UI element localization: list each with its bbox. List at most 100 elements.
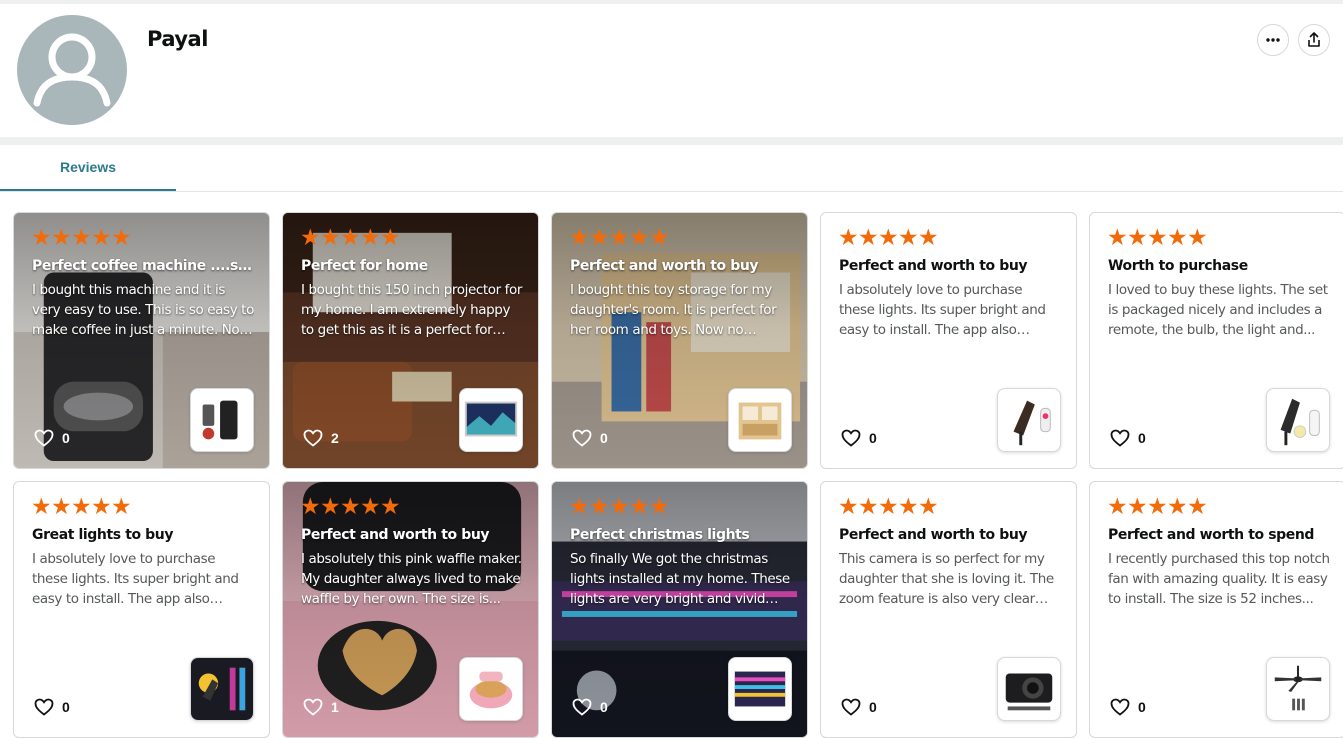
share-icon [1308, 32, 1320, 47]
product-thumbnail[interactable] [190, 657, 254, 721]
star-icon: ★ [898, 494, 919, 520]
product-thumbnail[interactable] [459, 388, 523, 452]
tab-bar: Reviews [0, 145, 1343, 192]
review-card[interactable]: ★ ★ ★ ★ ★ Great lights to buy I absolutely l… [13, 481, 270, 738]
product-thumbnail[interactable] [1266, 388, 1330, 452]
product-thumbnail[interactable] [997, 388, 1061, 452]
heart-icon [841, 698, 861, 716]
star-icon: ★ [31, 225, 52, 251]
like-button[interactable]: 0 [34, 698, 70, 716]
star-rating: ★ ★ ★ ★ ★ [569, 225, 670, 251]
review-card[interactable]: ★ ★ ★ ★ ★ Perfect and worth to spend I recen… [1089, 481, 1343, 738]
star-icon: ★ [320, 494, 341, 520]
like-button[interactable]: 0 [34, 429, 70, 447]
review-card[interactable]: ★ ★ ★ ★ ★ Perfect and worth to buy I bought … [551, 212, 808, 469]
star-icon: ★ [878, 494, 899, 520]
like-button[interactable]: 0 [1110, 698, 1146, 716]
star-icon: ★ [111, 494, 132, 520]
review-text: So finally We got the christmas lights i… [570, 551, 790, 607]
star-icon: ★ [360, 494, 381, 520]
like-button[interactable]: 2 [303, 429, 339, 447]
star-icon: ★ [609, 494, 630, 520]
heart-icon [303, 698, 323, 716]
review-text: I loved to buy these lights. The set is … [1108, 282, 1328, 338]
review-title: Great lights to buy [32, 527, 174, 543]
star-icon: ★ [1167, 225, 1188, 251]
like-count: 0 [1138, 699, 1146, 715]
review-title: Perfect and worth to buy [839, 527, 1028, 543]
review-card[interactable]: ★ ★ ★ ★ ★ Perfect for home I bought this 150… [282, 212, 539, 469]
product-thumbnail[interactable] [459, 657, 523, 721]
review-title: Perfect christmas lights [570, 527, 750, 543]
like-count: 0 [600, 699, 608, 715]
review-title: Worth to purchase [1108, 258, 1248, 274]
outdoor-lights-icon [734, 671, 786, 707]
ceiling-fan-icon [1274, 665, 1322, 711]
heart-icon [572, 698, 592, 716]
review-text: I bought this toy storage for my daughte… [570, 282, 777, 338]
review-card[interactable]: ★ ★ ★ ★ ★ Perfect and worth to buy This came… [820, 481, 1077, 738]
star-rating: ★ ★ ★ ★ ★ [1107, 225, 1208, 251]
star-icon: ★ [649, 494, 670, 520]
star-icon: ★ [71, 494, 92, 520]
projector-screen-icon [464, 401, 518, 437]
profile-header: Payal [0, 4, 1343, 137]
review-card[interactable]: ★ ★ ★ ★ ★ Worth to purchase I loved to buy t… [1089, 212, 1343, 469]
star-icon: ★ [1127, 494, 1148, 520]
star-icon: ★ [51, 225, 72, 251]
star-icon: ★ [629, 494, 650, 520]
heart-icon [1110, 429, 1130, 447]
avatar [17, 15, 127, 125]
review-card[interactable]: ★ ★ ★ ★ ★ Perfect christmas lights So finall… [551, 481, 808, 738]
heart-icon [841, 429, 861, 447]
star-icon: ★ [918, 225, 939, 251]
review-title: Perfect coffee machine ....sim... [32, 258, 254, 274]
like-button[interactable]: 0 [841, 698, 877, 716]
star-icon: ★ [51, 494, 72, 520]
star-icon: ★ [629, 225, 650, 251]
star-icon: ★ [1107, 225, 1128, 251]
star-icon: ★ [898, 225, 919, 251]
waffle-maker-icon [469, 671, 513, 709]
heart-icon [34, 698, 54, 716]
like-count: 0 [869, 430, 877, 446]
star-icon: ★ [91, 494, 112, 520]
like-button[interactable]: 0 [572, 698, 608, 716]
product-thumbnail[interactable] [1266, 657, 1330, 721]
like-button[interactable]: 0 [572, 429, 608, 447]
review-card[interactable]: ★ ★ ★ ★ ★ Perfect and worth to buy I absolut… [820, 212, 1077, 469]
product-thumbnail[interactable] [190, 388, 254, 452]
star-rating: ★ ★ ★ ★ ★ [300, 494, 401, 520]
star-rating: ★ ★ ★ ★ ★ [838, 225, 939, 251]
product-thumbnail[interactable] [728, 388, 792, 452]
person-silhouette-icon [33, 33, 111, 107]
review-card[interactable]: ★ ★ ★ ★ ★ Perfect and worth to buy I absolut… [282, 481, 539, 738]
star-rating: ★ ★ ★ ★ ★ [569, 494, 670, 520]
share-button[interactable] [1298, 24, 1330, 56]
review-title: Perfect and worth to buy [839, 258, 1028, 274]
like-count: 1 [331, 699, 339, 715]
star-icon: ★ [858, 494, 879, 520]
more-options-button[interactable] [1257, 24, 1289, 56]
star-icon: ★ [1147, 225, 1168, 251]
star-icon: ★ [31, 494, 52, 520]
review-text: I absolutely this pink waffle maker. My … [301, 551, 522, 607]
like-count: 0 [62, 430, 70, 446]
tab-reviews[interactable]: Reviews [0, 145, 176, 191]
like-count: 0 [62, 699, 70, 715]
like-button[interactable]: 0 [841, 429, 877, 447]
star-icon: ★ [300, 225, 321, 251]
landscape-lights-icon [191, 658, 253, 720]
star-icon: ★ [1147, 494, 1168, 520]
like-button[interactable]: 1 [303, 698, 339, 716]
product-thumbnail[interactable] [728, 657, 792, 721]
like-button[interactable]: 0 [1110, 429, 1146, 447]
star-rating: ★ ★ ★ ★ ★ [31, 494, 132, 520]
star-icon: ★ [858, 225, 879, 251]
review-text: I bought this 150 inch projector for my … [301, 282, 523, 338]
heart-icon [34, 429, 54, 447]
review-card[interactable]: ★ ★ ★ ★ ★ Perfect coffee machine ....sim... … [13, 212, 270, 469]
product-thumbnail[interactable] [997, 657, 1061, 721]
like-count: 0 [1138, 430, 1146, 446]
star-icon: ★ [1187, 494, 1208, 520]
